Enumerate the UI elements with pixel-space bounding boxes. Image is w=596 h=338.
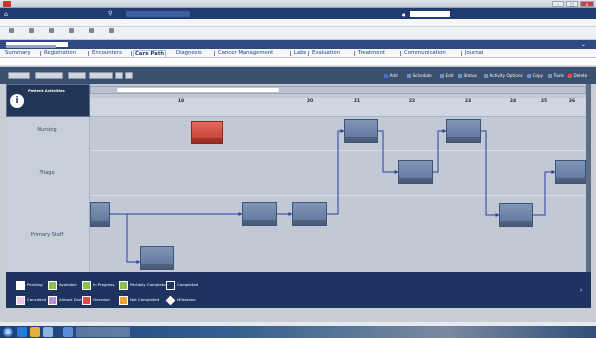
legend-swatch [82,280,91,290]
connector [327,129,345,215]
folder-icon[interactable] [30,327,40,337]
right-panel-strip [586,84,591,272]
activity-node[interactable] [344,119,378,143]
legend-item: Milestone [165,295,196,305]
legend-item: Partially Completed [119,280,168,290]
activity-node[interactable] [292,202,327,226]
app-task-button[interactable] [76,327,130,337]
legend-item: In Progress [82,280,114,290]
connector [533,170,556,216]
legend-swatch [16,280,25,290]
legend-item: Pending [16,280,43,290]
legend-item: Completed [166,280,198,290]
legend-swatch [48,280,57,290]
legend-item: Almost Due [48,295,82,305]
activity-node[interactable] [398,160,433,184]
legend-item: Not Completed [119,295,159,305]
legend-swatch [16,295,25,305]
connector [481,130,500,217]
connector [378,130,399,174]
legend-item: Cancelled [16,295,46,305]
legend-swatch [119,280,128,290]
milestone-icon [165,295,176,305]
browser-icon[interactable] [17,327,27,337]
activity-node[interactable] [446,119,481,143]
chevron-right-icon[interactable]: › [580,287,582,294]
legend-item: Overdue [82,295,110,305]
legend-item: Available [48,280,77,290]
activity-node[interactable] [140,246,174,270]
start-button[interactable]: ⊞ [3,327,13,337]
activity-node[interactable] [90,202,110,227]
activity-node[interactable] [499,203,533,227]
activity-node[interactable] [191,121,223,144]
legend-swatch [166,280,175,290]
activity-node[interactable] [555,160,586,184]
search-icon[interactable] [43,327,53,337]
activity-node[interactable] [242,202,277,226]
legend-swatch [82,295,91,305]
os-taskbar: ⊞ [0,326,596,338]
connector [433,129,447,173]
legend-swatch [119,295,128,305]
app-task-icon[interactable] [63,327,73,337]
legend-swatch [48,295,57,305]
connector [110,213,141,264]
